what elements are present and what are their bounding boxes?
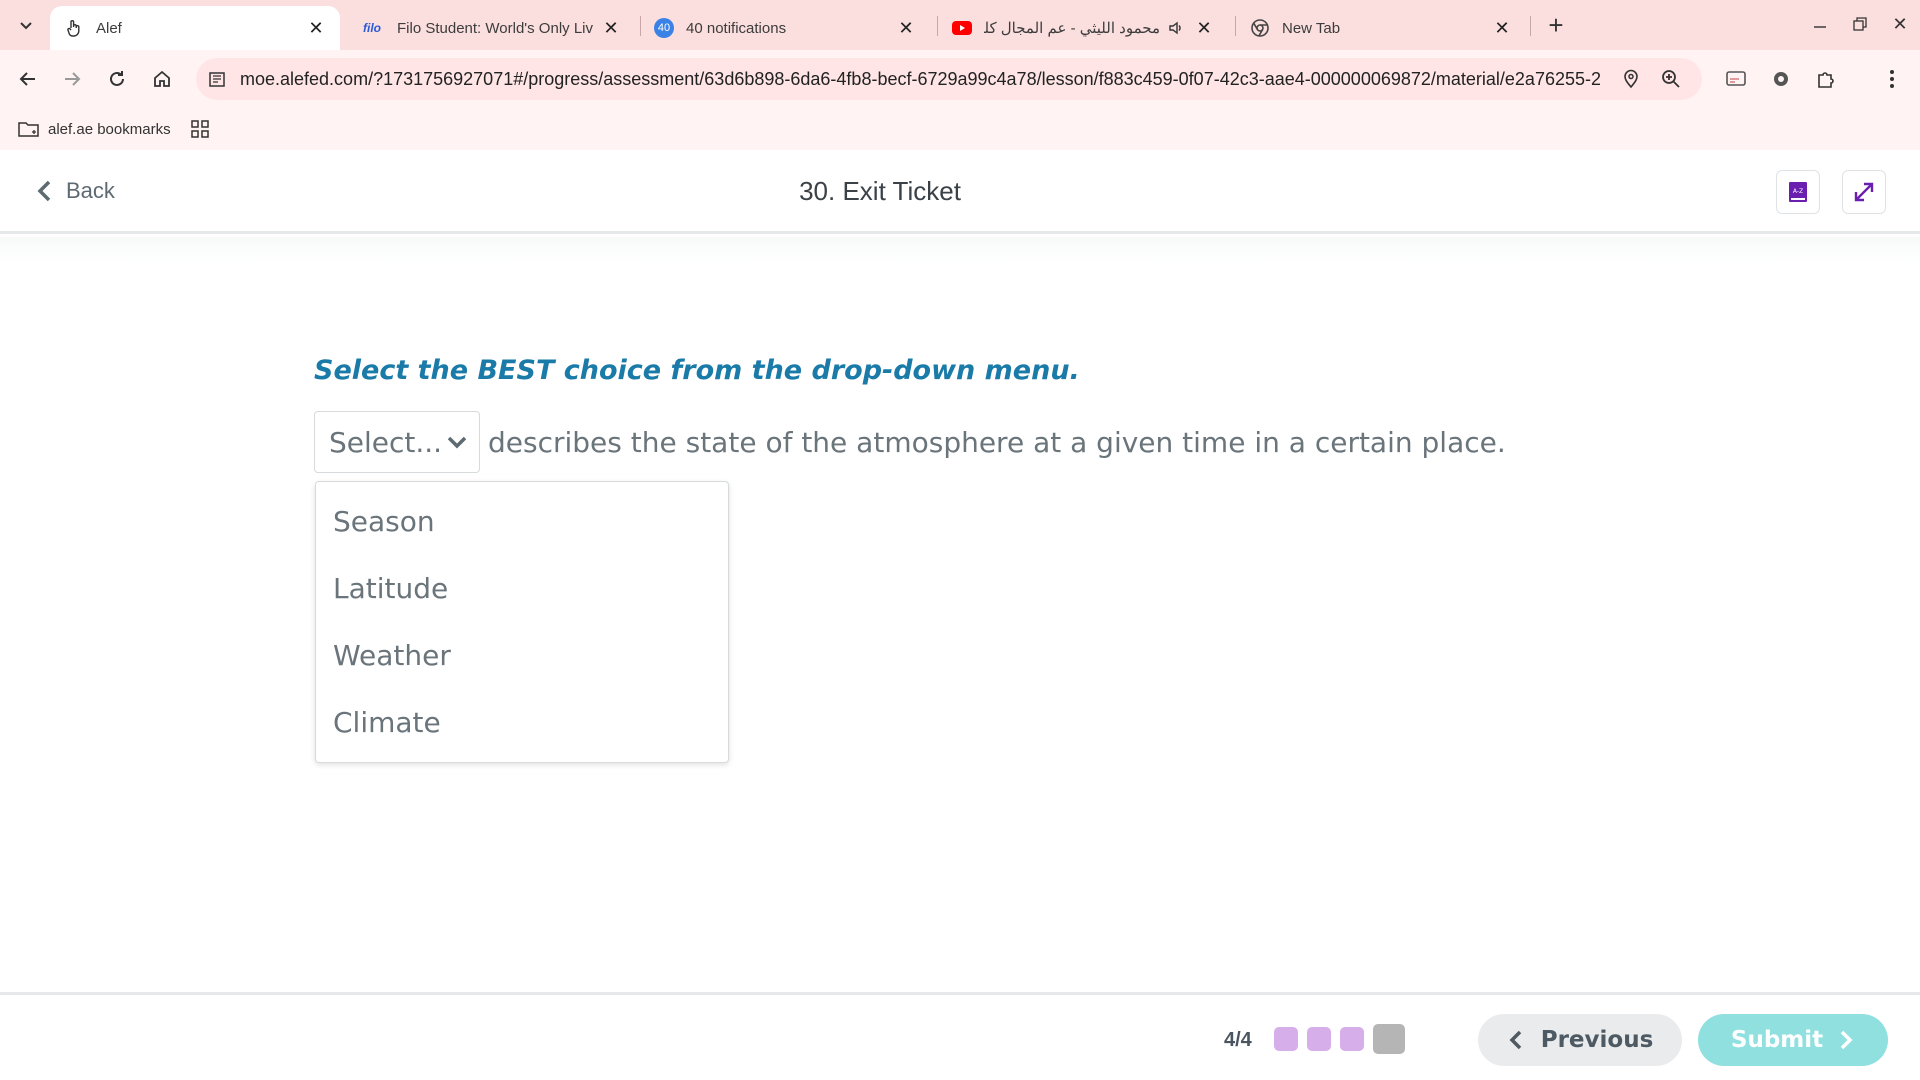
- previous-label: Previous: [1540, 1027, 1654, 1053]
- restore-icon[interactable]: [1840, 8, 1880, 40]
- hand-icon: [64, 18, 84, 38]
- cast-icon[interactable]: [1720, 63, 1752, 95]
- browser-tabstrip: Alef ✕ filo Filo Student: World's Only L…: [0, 0, 1920, 50]
- tab-title: 40 notifications: [686, 19, 787, 37]
- submit-label: Submit: [1730, 1027, 1824, 1053]
- glossary-button[interactable]: A-Z: [1776, 170, 1820, 214]
- page-title: 30. Exit Ticket: [799, 176, 961, 206]
- svg-text:A-Z: A-Z: [1793, 188, 1803, 195]
- chevron-right-icon: [1840, 1030, 1853, 1050]
- lesson-footer: 4/4 Previous Submit: [0, 992, 1920, 1080]
- site-info-icon[interactable]: [206, 68, 228, 90]
- tab-search-chevron-icon[interactable]: [10, 10, 42, 40]
- fullscreen-button[interactable]: [1842, 170, 1886, 214]
- extensions-puzzle-icon[interactable]: [1810, 63, 1842, 95]
- bookmark-folder[interactable]: alef.ae bookmarks: [18, 116, 171, 142]
- address-bar[interactable]: moe.alefed.com/?1731756927071#/progress/…: [196, 58, 1702, 100]
- sentence-text: describes the state of the atmosphere at…: [488, 425, 1506, 459]
- zoom-icon[interactable]: [1660, 68, 1682, 90]
- tab-title: محمود الليثي - عم المجال كله (: [984, 20, 1160, 37]
- chevron-left-icon: [1509, 1030, 1521, 1050]
- previous-button[interactable]: Previous: [1478, 1014, 1682, 1066]
- progress-dot[interactable]: [1340, 1027, 1364, 1051]
- tab-separator: [1530, 16, 1531, 36]
- browser-toolbar: moe.alefed.com/?1731756927071#/progress/…: [0, 50, 1920, 108]
- filo-logo-icon: filo: [363, 21, 381, 35]
- speaker-icon[interactable]: [1166, 18, 1186, 38]
- folder-icon: [18, 118, 40, 140]
- location-pin-icon[interactable]: [1620, 68, 1642, 90]
- question-area: Select the BEST choice from the drop-dow…: [0, 237, 1920, 992]
- tab-close-icon[interactable]: ✕: [601, 18, 621, 38]
- notification-badge-icon: 40: [654, 18, 674, 38]
- tab-new-tab[interactable]: New Tab ✕: [1236, 6, 1526, 50]
- tab-close-icon[interactable]: ✕: [1492, 18, 1512, 38]
- question-sentence: Select... describes the state of the atm…: [314, 411, 1506, 473]
- dropdown-option-season[interactable]: Season: [316, 488, 728, 555]
- tab-filo[interactable]: filo Filo Student: World's Only Live I ✕: [345, 6, 635, 50]
- expand-icon: [1854, 182, 1874, 202]
- submit-button[interactable]: Submit: [1698, 1014, 1888, 1066]
- minimize-icon[interactable]: [1800, 8, 1840, 40]
- progress-dot[interactable]: [1274, 1027, 1298, 1051]
- tab-notifications[interactable]: 40 40 notifications ✕: [640, 6, 930, 50]
- bookmarks-bar: alef.ae bookmarks: [0, 108, 1920, 150]
- window-close-icon[interactable]: ✕: [1880, 8, 1920, 40]
- progress-dot-current[interactable]: [1373, 1024, 1405, 1054]
- bookmark-label: alef.ae bookmarks: [48, 120, 171, 138]
- tab-close-icon[interactable]: ✕: [306, 18, 326, 38]
- dropdown-value: Select...: [329, 425, 443, 459]
- forward-arrow-icon[interactable]: [56, 63, 88, 95]
- apps-grid-icon[interactable]: [190, 119, 210, 139]
- dropdown-menu: Season Latitude Weather Climate: [315, 481, 729, 763]
- dropdown-option-climate[interactable]: Climate: [316, 689, 728, 756]
- chevron-down-icon: [447, 436, 467, 449]
- glossary-book-icon: A-Z: [1789, 182, 1807, 202]
- back-arrow-icon[interactable]: [12, 63, 44, 95]
- tab-alef[interactable]: Alef ✕: [50, 6, 340, 50]
- tab-close-icon[interactable]: ✕: [1194, 18, 1214, 38]
- progress-dot[interactable]: [1307, 1027, 1331, 1051]
- tab-title: Filo Student: World's Only Live I: [397, 19, 593, 37]
- extension-gear-icon[interactable]: [1765, 63, 1797, 95]
- youtube-icon: [952, 18, 972, 38]
- chrome-icon: [1250, 18, 1270, 38]
- dropdown-option-weather[interactable]: Weather: [316, 622, 728, 689]
- question-counter: 4/4: [1224, 1029, 1252, 1051]
- tab-title: New Tab: [1282, 19, 1341, 37]
- home-icon[interactable]: [146, 63, 178, 95]
- question-instruction: Select the BEST choice from the drop-dow…: [314, 355, 1080, 386]
- dropdown-option-latitude[interactable]: Latitude: [316, 555, 728, 622]
- tab-youtube[interactable]: محمود الليثي - عم المجال كله ( ✕: [938, 6, 1228, 50]
- menu-dots-icon[interactable]: [1876, 63, 1908, 95]
- new-tab-plus-icon[interactable]: +: [1540, 10, 1572, 40]
- lesson-header: Back 30. Exit Ticket A-Z: [0, 150, 1920, 234]
- answer-dropdown[interactable]: Select...: [314, 411, 480, 473]
- tab-title: Alef: [96, 19, 122, 37]
- reload-icon[interactable]: [101, 63, 133, 95]
- tab-close-icon[interactable]: ✕: [896, 18, 916, 38]
- url-text: moe.alefed.com/?1731756927071#/progress/…: [240, 69, 1600, 89]
